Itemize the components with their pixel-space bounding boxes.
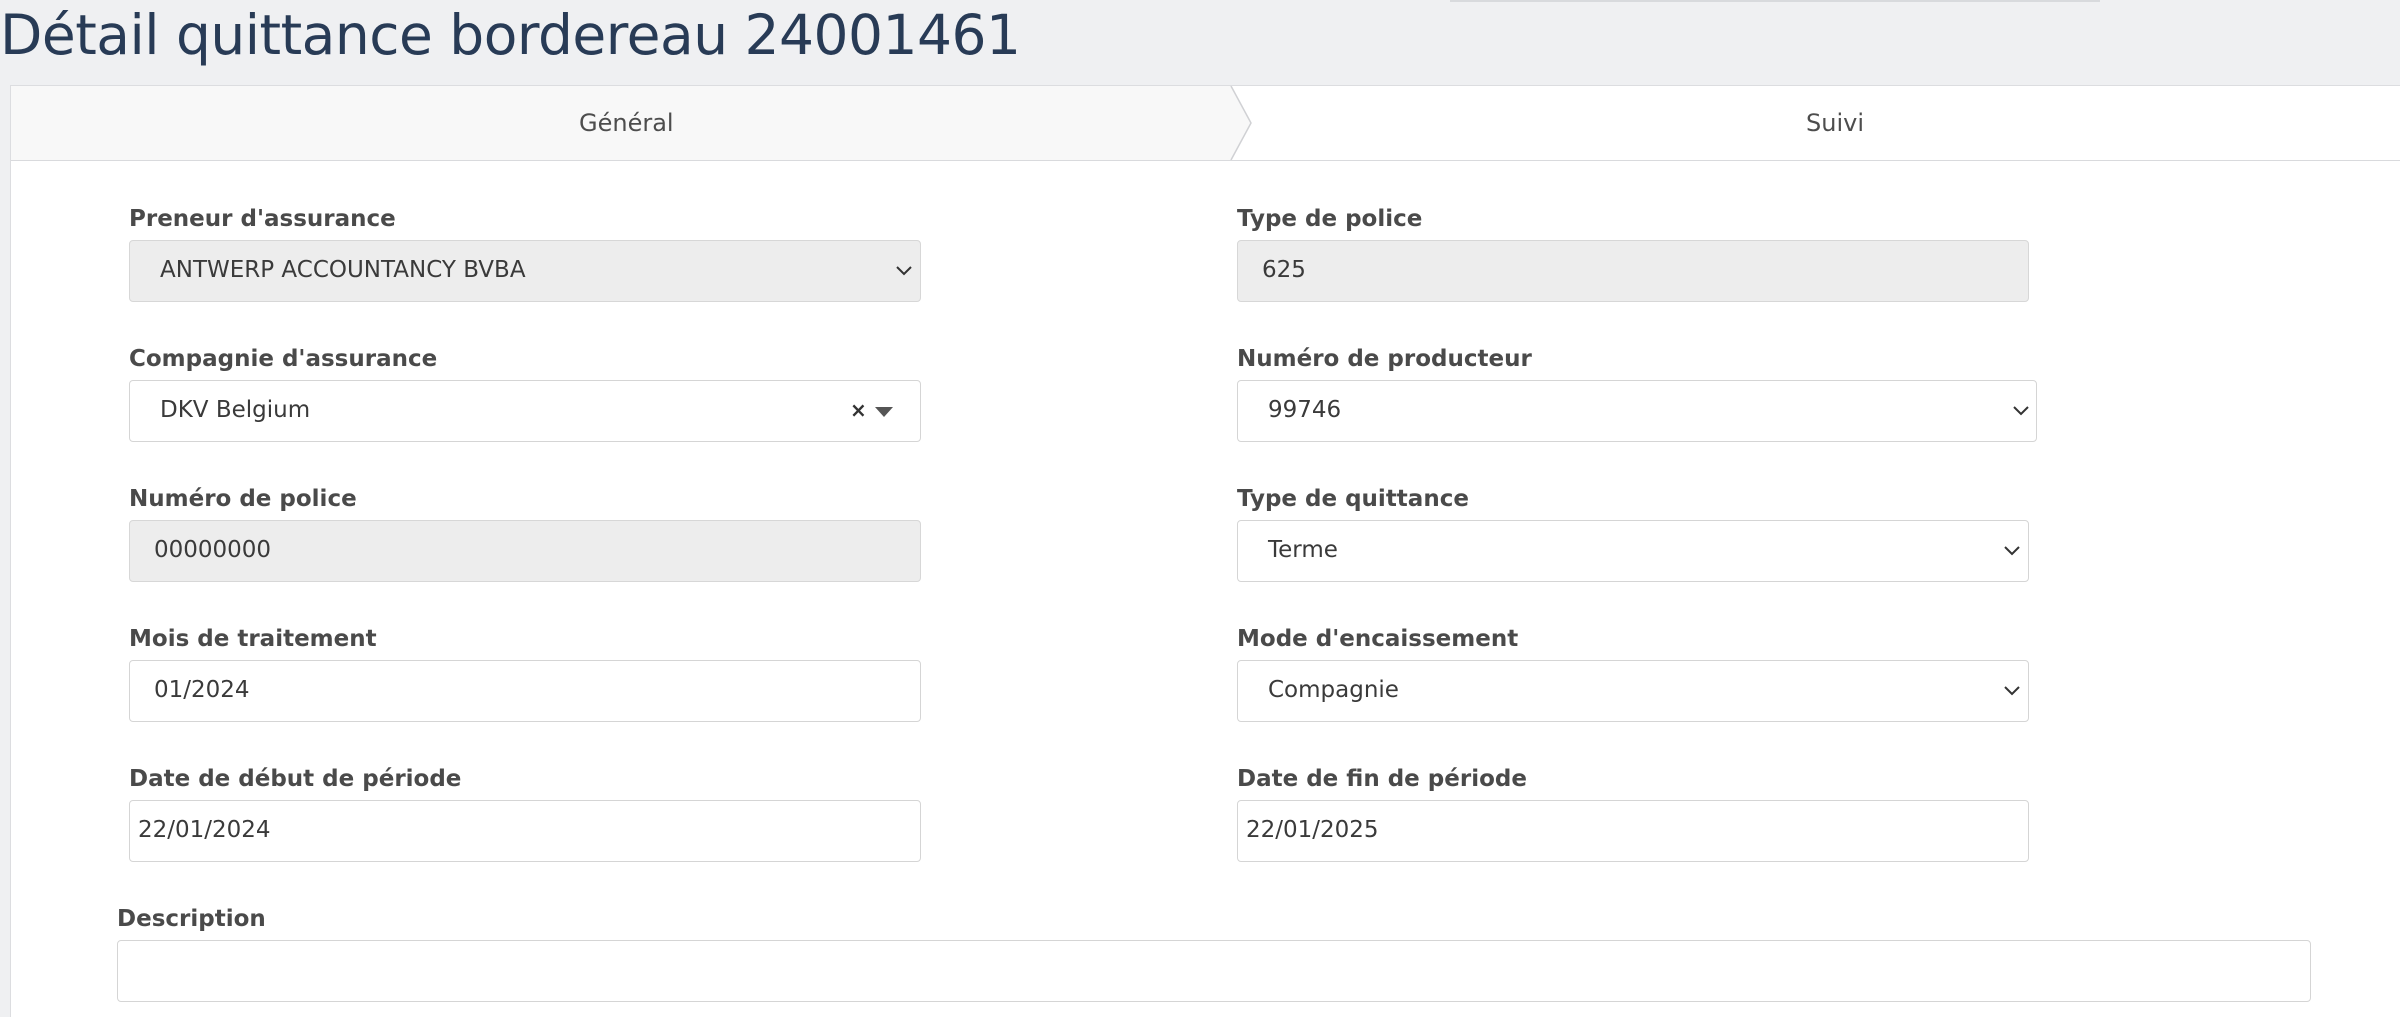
- triangle-down-icon: [875, 407, 893, 417]
- date-debut-value: 22/01/2024: [138, 817, 271, 843]
- description-input[interactable]: [117, 940, 2311, 1002]
- preneur-label: Preneur d'assurance: [129, 206, 396, 232]
- date-fin-label: Date de fin de période: [1237, 766, 1527, 792]
- chevron-down-icon: [896, 266, 912, 276]
- type-police-value: 625: [1262, 257, 1306, 283]
- type-quittance-label: Type de quittance: [1237, 486, 1469, 512]
- clear-icon[interactable]: ×: [850, 381, 867, 440]
- compagnie-label: Compagnie d'assurance: [129, 346, 438, 372]
- type-police-field: 625: [1237, 240, 2029, 302]
- preneur-value: ANTWERP ACCOUNTANCY BVBA: [160, 257, 526, 283]
- numero-producteur-label: Numéro de producteur: [1237, 346, 1532, 372]
- tab-general-label: Général: [579, 109, 674, 137]
- preneur-select[interactable]: ANTWERP ACCOUNTANCY BVBA: [129, 240, 921, 302]
- mois-traitement-input[interactable]: 01/2024: [129, 660, 921, 722]
- numero-police-value: 00000000: [154, 537, 272, 563]
- mode-encaissement-label: Mode d'encaissement: [1237, 626, 1519, 652]
- compagnie-select[interactable]: DKV Belgium ×: [129, 380, 921, 442]
- type-quittance-select[interactable]: Terme: [1237, 520, 2029, 582]
- tab-suivi-label: Suivi: [1806, 109, 1864, 137]
- step-tabs: Général Suivi: [11, 86, 2400, 161]
- tab-general[interactable]: Général: [11, 86, 1251, 160]
- numero-producteur-value: 99746: [1268, 397, 1342, 423]
- date-debut-label: Date de début de période: [129, 766, 462, 792]
- chevron-down-icon: [2004, 686, 2020, 696]
- mois-traitement-label: Mois de traitement: [129, 626, 377, 652]
- page-title: Détail quittance bordereau 24001461: [0, 3, 1021, 67]
- compagnie-value: DKV Belgium: [160, 397, 311, 423]
- form-card: Général Suivi Preneur d'assurance ANTWER…: [10, 85, 2400, 1017]
- mois-traitement-value: 01/2024: [154, 677, 250, 703]
- description-label: Description: [117, 906, 266, 932]
- numero-police-field: 00000000: [129, 520, 921, 582]
- chevron-down-icon: [2004, 546, 2020, 556]
- date-debut-input[interactable]: 22/01/2024: [129, 800, 921, 862]
- top-shadow-divider: [1450, 0, 2100, 2]
- tab-chevron-divider: [1230, 86, 1252, 160]
- type-police-label: Type de police: [1237, 206, 1423, 232]
- mode-encaissement-value: Compagnie: [1268, 677, 1399, 703]
- mode-encaissement-select[interactable]: Compagnie: [1237, 660, 2029, 722]
- date-fin-value: 22/01/2025: [1246, 817, 1379, 843]
- type-quittance-value: Terme: [1268, 537, 1338, 563]
- tab-suivi[interactable]: Suivi: [1251, 86, 2400, 160]
- date-fin-input[interactable]: 22/01/2025: [1237, 800, 2029, 862]
- numero-producteur-select[interactable]: 99746: [1237, 380, 2037, 442]
- numero-police-label: Numéro de police: [129, 486, 357, 512]
- chevron-down-icon: [2013, 406, 2029, 416]
